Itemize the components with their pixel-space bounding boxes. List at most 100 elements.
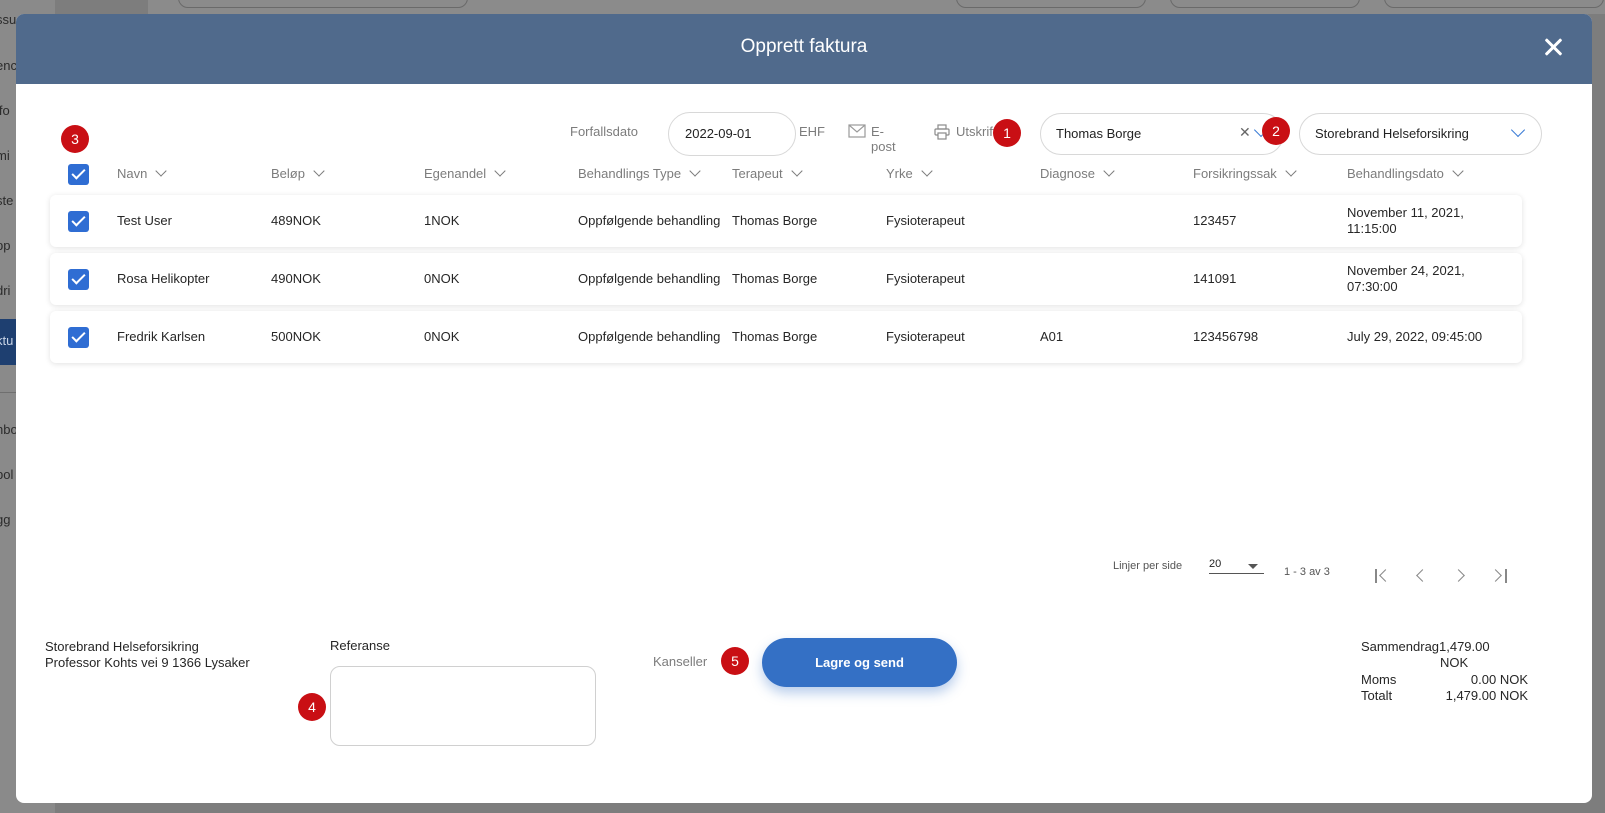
sort-chevron-icon <box>494 165 506 177</box>
chevron-down-icon[interactable] <box>1510 122 1526 138</box>
background-filter <box>1384 0 1604 8</box>
printer-icon <box>934 124 950 140</box>
sort-chevron-icon <box>313 165 325 177</box>
previous-page-icon[interactable] <box>1411 566 1431 586</box>
cell-yrke: Fysioterapeut <box>886 271 965 286</box>
sort-chevron-icon <box>1452 165 1464 177</box>
summary-label: Sammendrag <box>1361 639 1440 654</box>
insurer-select-value: Storebrand Helseforsikring <box>1315 126 1469 141</box>
cell-egenandel: 0NOK <box>424 271 460 286</box>
cell-navn: Rosa Helikopter <box>117 271 210 286</box>
cell-behandlings-type: Oppfølgende behandling <box>578 213 721 228</box>
therapist-select-value: Thomas Borge <box>1056 126 1142 141</box>
envelope-icon <box>848 124 866 138</box>
background-sidebar-item: enc <box>0 58 17 73</box>
sort-chevron-icon <box>1103 165 1115 177</box>
print-label: Utskrift <box>956 124 997 139</box>
due-date-input[interactable]: 2022-09-01 <box>668 112 796 156</box>
therapist-select[interactable]: Thomas Borge ✕ <box>1040 113 1284 155</box>
sort-chevron-icon <box>790 165 803 177</box>
cell-terapeut: Thomas Borge <box>732 213 818 228</box>
cell-behandlings-type: Oppfølgende behandling <box>578 271 721 286</box>
cell-belop: 500NOK <box>271 329 321 344</box>
cell-forsikringssak: 123456798 <box>1193 329 1259 344</box>
select-all-checkbox[interactable] <box>68 164 89 185</box>
cell-terapeut: Thomas Borge <box>732 329 818 344</box>
last-page-icon[interactable] <box>1489 566 1510 586</box>
recipient-name: Storebrand Helseforsikring <box>45 639 199 654</box>
background-sidebar-item: dri <box>0 283 11 298</box>
annotation-badge: 2 <box>1262 117 1290 145</box>
cell-forsikringssak: 141091 <box>1193 271 1237 286</box>
cell-navn: Test User <box>117 213 172 228</box>
summary-value: 1,479.00 <box>1439 639 1490 654</box>
sort-chevron-icon <box>689 165 701 177</box>
annotation-badge: 1 <box>993 119 1021 147</box>
save-and-send-button[interactable]: Lagre og send <box>762 638 957 687</box>
reference-input[interactable] <box>330 666 596 746</box>
column-header-diagnose[interactable]: Diagnose <box>1040 165 1115 181</box>
sort-chevron-icon <box>921 165 933 177</box>
due-date-label: Forfallsdato <box>570 124 638 139</box>
summary-unit: NOK <box>1440 655 1469 670</box>
cancel-button[interactable]: Kanseller <box>653 654 707 669</box>
column-header-forsikringssak[interactable]: Forsikringssak <box>1193 165 1297 181</box>
background-sidebar-item: pp <box>0 238 11 253</box>
cell-yrke: Fysioterapeut <box>886 329 965 344</box>
annotation-badge: 3 <box>61 125 89 153</box>
next-page-icon[interactable] <box>1451 566 1471 586</box>
background-sidebar-item: gg <box>0 512 11 527</box>
annotation-badge: 4 <box>298 693 326 721</box>
column-header-terapeut[interactable]: Terapeut <box>732 165 803 181</box>
vat-label: Moms <box>1361 672 1397 687</box>
clear-icon[interactable]: ✕ <box>1239 124 1251 141</box>
modal-title: Opprett faktura <box>740 36 868 57</box>
cell-behandlingsdato: November 11, 2021, 11:15:00 <box>1347 205 1464 236</box>
ehf-option[interactable]: EHF <box>799 124 825 139</box>
row-checkbox[interactable] <box>68 269 89 290</box>
recipient-address: Professor Kohts vei 9 1366 Lysaker <box>45 655 250 670</box>
table-row[interactable]: Fredrik Karlsen 500NOK 0NOK Oppfølgende … <box>50 311 1522 363</box>
column-header-belop[interactable]: Beløp <box>271 165 325 181</box>
page-range-text: 1 - 3 av 3 <box>1284 566 1330 578</box>
column-header-behandlingsdato[interactable]: Behandlingsdato <box>1347 165 1464 181</box>
column-header-yrke[interactable]: Yrke <box>886 165 933 181</box>
cell-belop: 489NOK <box>271 213 321 228</box>
background-sidebar-item: bol <box>0 467 14 482</box>
cell-terapeut: Thomas Borge <box>732 271 818 286</box>
cell-yrke: Fysioterapeut <box>886 213 965 228</box>
cell-egenandel: 0NOK <box>424 329 460 344</box>
background-filter <box>1170 0 1360 8</box>
row-checkbox[interactable] <box>68 211 89 232</box>
background-topbar <box>148 0 1605 14</box>
row-checkbox[interactable] <box>68 327 89 348</box>
cell-diagnose: A01 <box>1040 329 1064 344</box>
cell-belop: 490NOK <box>271 271 321 286</box>
annotation-badge: 5 <box>721 647 749 675</box>
cell-behandlingsdato: July 29, 2022, 09:45:00 <box>1347 329 1483 344</box>
dropdown-arrow-icon <box>1248 564 1258 569</box>
background-sidebar-item: ssu <box>0 12 17 27</box>
table-row[interactable]: Rosa Helikopter 490NOK 0NOK Oppfølgende … <box>50 253 1522 305</box>
column-header-navn[interactable]: Navn <box>117 165 168 181</box>
create-invoice-modal: Opprett faktura Forfallsdato 2022-09-01 … <box>16 14 1592 803</box>
total-label: Totalt <box>1361 688 1393 703</box>
close-icon[interactable] <box>1544 38 1562 56</box>
background-filter <box>956 0 1146 8</box>
insurer-select[interactable]: Storebrand Helseforsikring <box>1299 113 1542 155</box>
background-sidebar-item: mi <box>0 148 10 163</box>
total-value: 1,479.00 NOK <box>1445 688 1528 703</box>
cell-egenandel: 1NOK <box>424 213 460 228</box>
column-header-behandlings-type[interactable]: Behandlings Type <box>578 165 701 181</box>
background-sidebar-item: ste <box>0 193 14 208</box>
reference-label: Referanse <box>330 638 390 653</box>
first-page-icon[interactable] <box>1372 566 1392 586</box>
cell-navn: Fredrik Karlsen <box>117 329 206 344</box>
email-label: E-post <box>871 124 896 154</box>
table-row[interactable]: Test User 489NOK 1NOK Oppfølgende behand… <box>50 195 1522 247</box>
rows-per-page-value: 20 <box>1209 558 1222 570</box>
rows-per-page-select[interactable]: 20 <box>1209 558 1264 574</box>
background-search <box>178 0 468 8</box>
cell-forsikringssak: 123457 <box>1193 213 1237 228</box>
column-header-egenandel[interactable]: Egenandel <box>424 165 506 181</box>
